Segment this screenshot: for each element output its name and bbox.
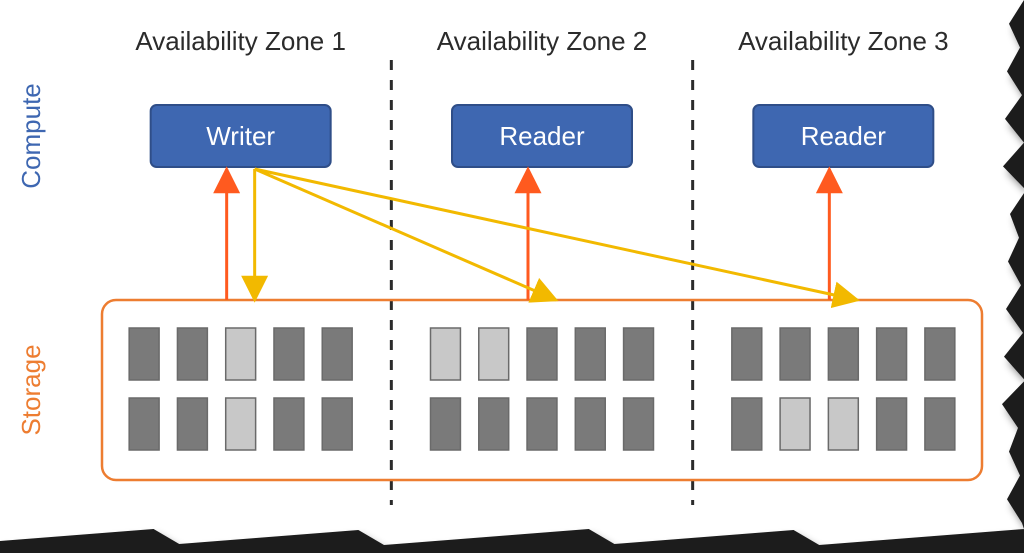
storage-block [226, 398, 256, 450]
storage-block [129, 398, 159, 450]
storage-block [322, 398, 352, 450]
az-label: Availability Zone 1 [135, 26, 346, 56]
write-arrow [255, 169, 858, 300]
writer-label: Writer [206, 121, 275, 151]
reader2-label: Reader [801, 121, 887, 151]
storage-block [732, 398, 762, 450]
storage-block [177, 328, 207, 380]
storage-block [527, 328, 557, 380]
storage-block [177, 398, 207, 450]
storage-block [877, 328, 907, 380]
storage-block [828, 398, 858, 450]
storage-block [624, 328, 654, 380]
storage-block [431, 398, 461, 450]
storage-block [925, 398, 955, 450]
storage-block [732, 328, 762, 380]
torn-edge [0, 0, 1024, 553]
storage-block [877, 398, 907, 450]
storage-block [780, 398, 810, 450]
storage-block [828, 328, 858, 380]
storage-row-label: Storage [16, 344, 46, 435]
compute-row-label: Compute [16, 83, 46, 189]
storage-block [780, 328, 810, 380]
storage-block [226, 328, 256, 380]
storage-block [274, 328, 304, 380]
storage-block [322, 328, 352, 380]
storage-block [431, 328, 461, 380]
storage-container [102, 300, 982, 480]
storage-block [274, 398, 304, 450]
storage-block [479, 398, 509, 450]
storage-block [575, 398, 605, 450]
az-label: Availability Zone 3 [738, 26, 949, 56]
storage-block [624, 398, 654, 450]
az-label: Availability Zone 2 [437, 26, 648, 56]
reader1-label: Reader [499, 121, 585, 151]
storage-block [925, 328, 955, 380]
storage-block [129, 328, 159, 380]
storage-block [575, 328, 605, 380]
write-arrow [255, 169, 556, 300]
architecture-diagram: Availability Zone 1 Writer Availability Zo… [0, 0, 1024, 553]
storage-block [527, 398, 557, 450]
storage-block [479, 328, 509, 380]
